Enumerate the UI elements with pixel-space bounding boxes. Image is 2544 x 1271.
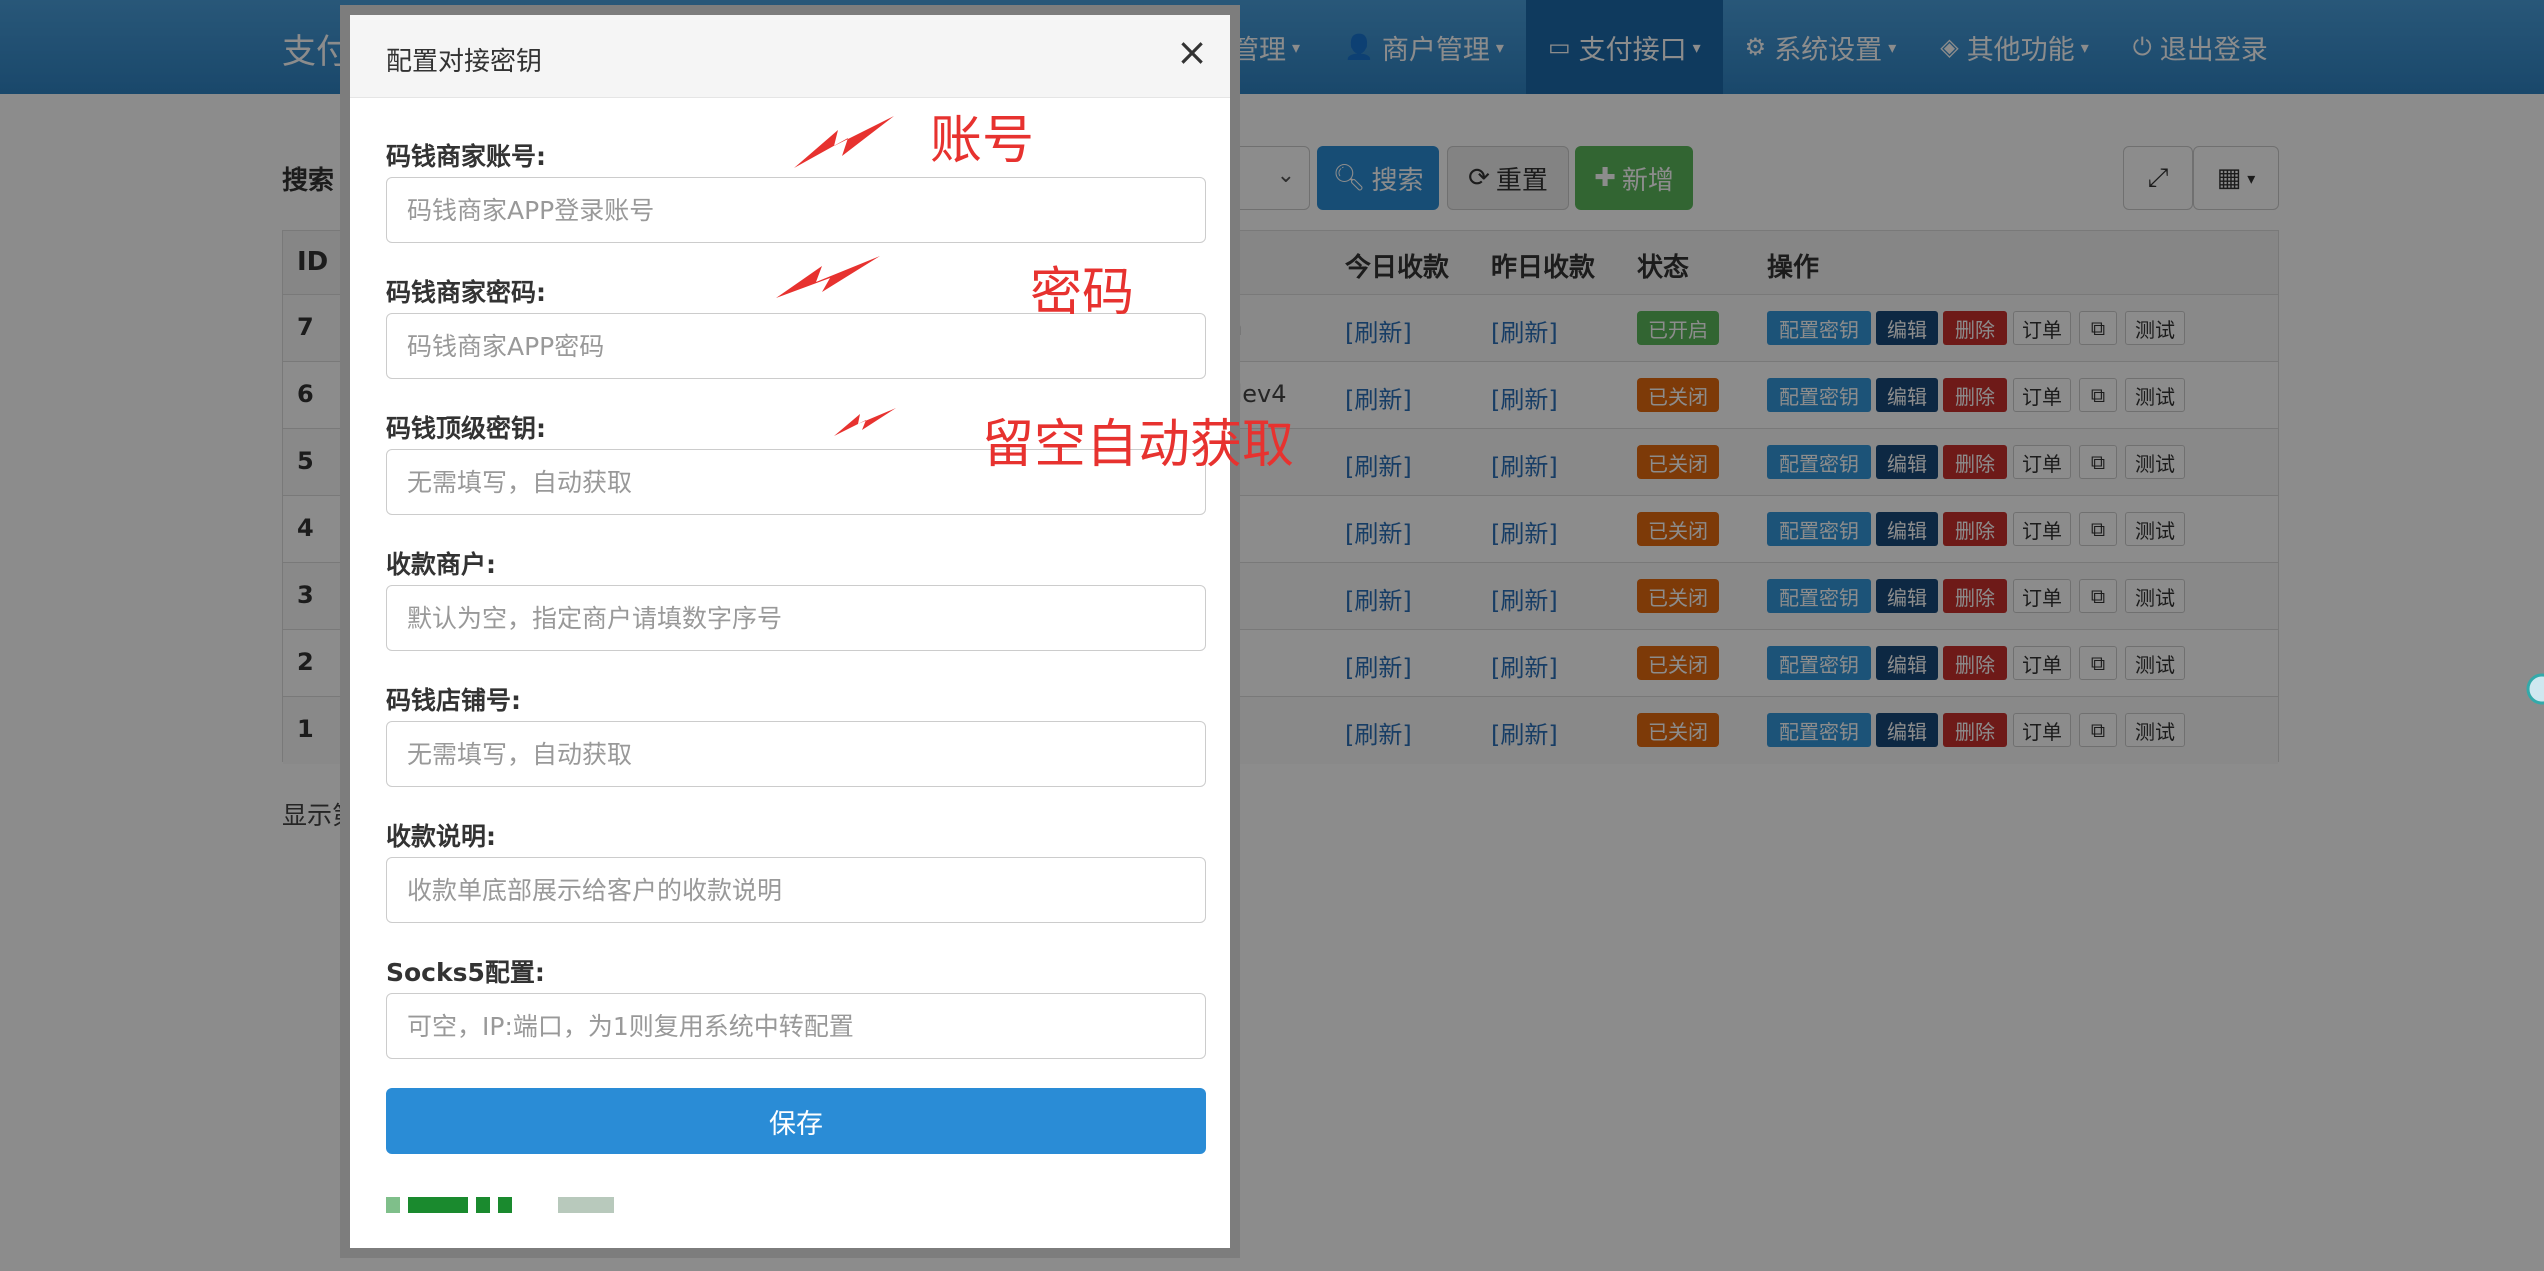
save-button[interactable]: 保存 [386, 1088, 1206, 1154]
modal-header: 配置对接密钥 × [350, 15, 1230, 98]
red-arrow-icon [834, 408, 896, 436]
red-arrow-icon [776, 256, 880, 298]
field-label-shop: 码钱店铺号: [386, 686, 521, 715]
red-arrow-icon [794, 116, 894, 168]
config-key-modal: 配置对接密钥 × 码钱商家账号: 码钱商家密码: 码钱顶级密钥: 收款商户: 码… [340, 5, 1240, 1258]
field-label-description: 收款说明: [386, 822, 496, 851]
description-input[interactable] [386, 857, 1206, 923]
shop-number-input[interactable] [386, 721, 1206, 787]
field-label-account: 码钱商家账号: [386, 142, 546, 171]
merchant-input[interactable] [386, 585, 1206, 651]
floating-widget-icon[interactable] [2524, 666, 2544, 712]
field-label-socks5: Socks5配置: [386, 958, 545, 987]
modal-title: 配置对接密钥 [386, 47, 543, 77]
account-input[interactable] [386, 177, 1206, 243]
field-label-top-key: 码钱顶级密钥: [386, 414, 546, 443]
field-label-merchant: 收款商户: [386, 550, 496, 579]
socks5-input[interactable] [386, 993, 1206, 1059]
annotation-account: 账号 [930, 111, 1035, 171]
field-label-password: 码钱商家密码: [386, 278, 546, 307]
close-icon[interactable]: × [1176, 33, 1208, 71]
annotation-password: 密码 [1030, 263, 1135, 323]
annotation-auto: 留空自动获取 [982, 415, 1295, 475]
blurred-watermark [386, 1195, 614, 1215]
